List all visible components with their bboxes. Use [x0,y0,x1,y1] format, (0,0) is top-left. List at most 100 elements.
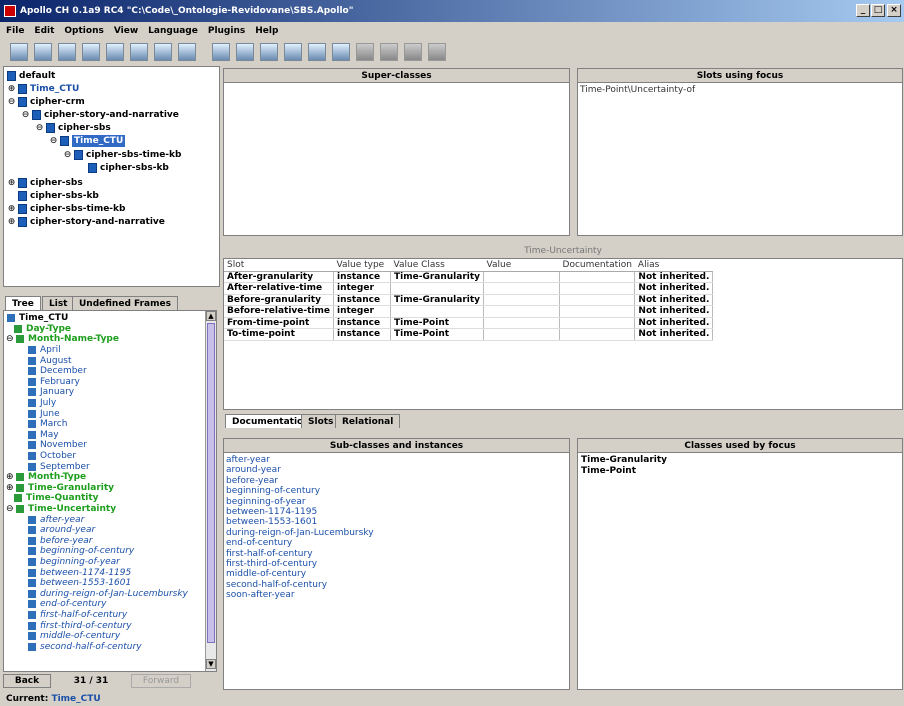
slot-cell[interactable] [483,271,561,283]
new-instance-button[interactable] [58,43,76,61]
subclass-item[interactable]: first-third-of-century [226,559,317,570]
column-slot[interactable]: Slot [224,259,334,272]
tab-undefined-frames[interactable]: Undefined Frames [72,296,178,310]
collapse-icon[interactable]: ⊖ [49,135,58,147]
class-tree-item[interactable]: July [28,398,56,409]
menu-edit[interactable]: Edit [34,26,54,36]
slot-cell[interactable] [559,305,636,318]
class-used-item[interactable]: Time-Granularity [581,455,667,466]
class-tree-item[interactable]: after-year [28,514,84,525]
rename-frame-button[interactable] [154,43,172,61]
slot-cell[interactable] [483,294,561,306]
slot-cell[interactable]: Before-granularity [224,294,335,306]
class-tree-item[interactable]: January [28,387,74,398]
new-slot-button[interactable] [82,43,100,61]
slot-cell[interactable] [559,294,636,306]
collapse-icon[interactable]: ⊖ [63,149,72,161]
subclass-item[interactable]: middle-of-century [226,569,306,580]
menu-options[interactable]: Options [64,26,103,36]
slot-cell[interactable] [483,305,561,318]
class-tree-item[interactable]: between-1553-1601 [28,578,131,589]
menu-help[interactable]: Help [255,26,278,36]
subclass-item[interactable]: between-1174-1195 [226,507,317,518]
slot-cell[interactable]: Time-Granularity [390,294,485,306]
class-tree-item[interactable]: ⊕ Month-Type [6,472,86,483]
slot-cell[interactable]: Time-Point [390,328,485,341]
slot-cell[interactable]: instance [333,294,392,306]
subclass-item[interactable]: during-reign-of-Jan-Lucembursky [226,528,374,539]
slot-cell[interactable]: Not inherited. [634,294,714,306]
class-tree-item[interactable]: ⊖ Month-Name-Type [6,334,119,345]
column-alias[interactable]: Alias [634,259,713,272]
subclass-item[interactable]: beginning-of-century [226,486,320,497]
tree-node-time-ctu[interactable]: ⊕ Time_CTU [7,83,79,95]
close-button[interactable]: × [887,4,901,17]
subclass-item[interactable]: between-1553-1601 [226,517,317,528]
slot-cell[interactable]: To-time-point [224,328,335,341]
class-tree-item[interactable]: second-half-of-century [28,642,142,653]
expand-icon[interactable]: ⊕ [7,83,16,95]
forward-button[interactable]: Forward [131,674,191,688]
slot-cell[interactable]: integer [333,282,392,295]
slot-cell[interactable]: instance [333,317,392,329]
minimize-button[interactable]: _ [856,4,870,17]
subclass-item[interactable]: beginning-of-year [226,497,306,508]
back-button[interactable]: Back [3,674,51,688]
expand-icon[interactable]: ⊕ [7,203,16,215]
scroll-down-icon[interactable]: ▼ [206,659,216,669]
slot-row[interactable]: Before-granularity instance Time-Granulari… [224,294,714,306]
open-frame-button[interactable] [178,43,196,61]
redo-button[interactable] [380,43,398,61]
forward-toolbar-button[interactable] [428,43,446,61]
class-tree-item[interactable]: Time-Quantity [14,493,99,504]
slot-cell[interactable] [483,282,561,295]
menu-view[interactable]: View [114,26,138,36]
subclass-item[interactable]: first-half-of-century [226,549,313,560]
tree-node-cipher-story-root[interactable]: ⊕ cipher-story-and-narrative [7,216,165,228]
slot-row[interactable]: From-time-point instance Time-Point Not inh… [224,317,714,329]
subclass-item[interactable]: after-year [226,455,270,466]
column-value-class[interactable]: Value Class [390,259,484,272]
tree-node-default[interactable]: default [7,70,55,82]
class-tree-item[interactable]: beginning-of-year [28,557,120,568]
slot-cell[interactable]: Before-relative-time [224,305,335,318]
new-class-button[interactable] [10,43,28,61]
export-button[interactable] [236,43,254,61]
slot-cell[interactable]: instance [333,328,392,341]
class-tree-item[interactable]: first-half-of-century [28,610,127,621]
maximize-button[interactable]: □ [871,4,885,17]
tree-node-cipher-crm[interactable]: ⊖ cipher-crm [7,96,85,108]
class-tree-item[interactable]: between-1174-1195 [28,567,131,578]
find-button[interactable] [332,43,350,61]
delete-frame-button[interactable] [130,43,148,61]
scroll-up-icon[interactable]: ▲ [206,311,216,321]
tab-list[interactable]: List [42,296,75,310]
subclass-item[interactable]: end-of-century [226,538,292,549]
import-button[interactable] [212,43,230,61]
column-value[interactable]: Value [483,259,560,272]
class-tree-item[interactable]: first-third-of-century [28,620,132,631]
tab-relational[interactable]: Relational [335,414,401,428]
class-tree-item[interactable]: November [28,440,87,451]
class-tree-scrollbar[interactable]: ▲ ▼ [205,311,216,671]
tree-node-cipher-sbs-root[interactable]: ⊕ cipher-sbs [7,177,83,189]
class-tree-item[interactable]: before-year [28,536,93,547]
class-tree-item[interactable]: ⊖ Time-Uncertainty [6,504,116,515]
tab-tree[interactable]: Tree [5,296,41,310]
collapse-icon[interactable]: ⊖ [21,109,30,121]
column-documentation[interactable]: Documentation [559,259,635,272]
menu-file[interactable]: File [6,26,24,36]
class-tree-item[interactable]: end-of-century [28,599,106,610]
slot-cell[interactable]: Not inherited. [634,282,714,295]
tree-node-time-ctu-selected[interactable]: ⊖ Time_CTU [49,135,126,147]
class-tree-item[interactable]: October [28,451,76,462]
slot-cell[interactable] [559,271,636,283]
class-tree-item[interactable]: March [28,419,67,430]
copy-frame-button[interactable] [106,43,124,61]
expand-icon[interactable]: ⊕ [7,177,16,189]
slot-cell[interactable]: Not inherited. [634,317,714,329]
tree-node-cipher-sbs-time-kb-root[interactable]: ⊕ cipher-sbs-time-kb [7,203,125,215]
slot-cell[interactable]: Time-Point [390,317,485,329]
subclass-item[interactable]: soon-after-year [226,590,295,601]
slot-using-focus-item[interactable]: Time-Point\Uncertainty-of [578,83,902,97]
